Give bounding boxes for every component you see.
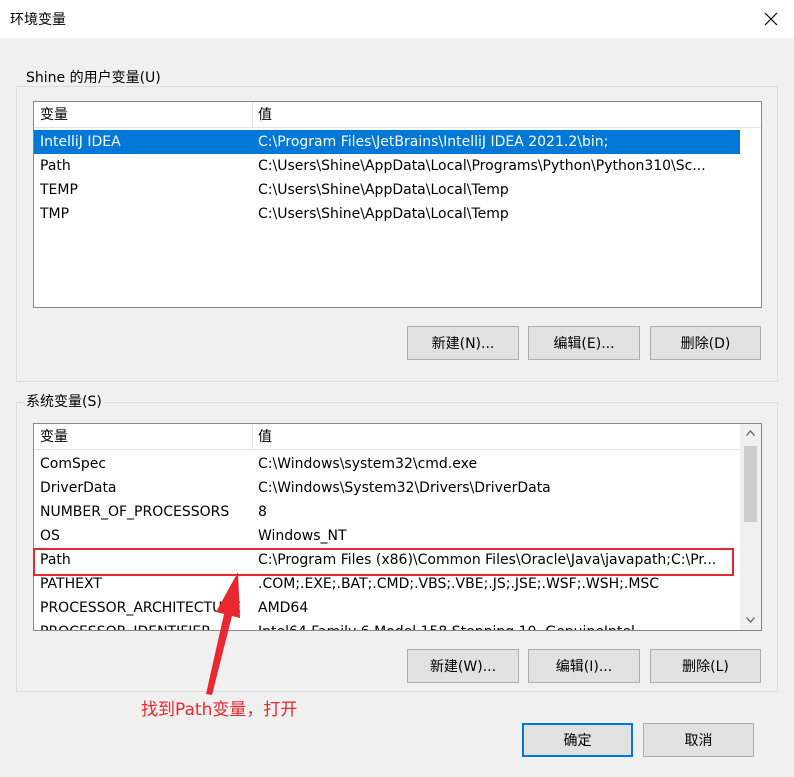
row-variable-name: ComSpec [40,456,107,472]
path-row-highlight [33,548,734,576]
cancel-button[interactable]: 取消 [643,723,754,757]
title-bar: 环境变量 [0,0,794,38]
window-title: 环境变量 [10,12,66,28]
annotation-arrow-icon [206,572,240,695]
row-variable-name: TMP [40,206,70,222]
system-var-row-identifier[interactable]: PROCESSOR_IDENTIFIER Intel64 Family 6 Mo… [34,620,740,630]
system-var-row-driverdata[interactable]: DriverData C:\Windows\System32\Drivers\D… [34,476,740,500]
system-variables-label: 系统变量(S) [24,394,104,410]
system-var-row-os[interactable]: OS Windows_NT [34,524,740,548]
user-delete-button[interactable]: 删除(D) [650,326,761,360]
row-variable-name: OS [40,528,60,544]
row-variable-value: C:\Users\Shine\AppData\Local\Temp [258,206,509,222]
chevron-down-icon [746,616,755,623]
annotation-caption: 找到Path变量，打开 [141,700,298,720]
user-edit-button[interactable]: 编辑(E)... [528,326,640,360]
close-button[interactable] [748,0,794,38]
scroll-up-button[interactable] [740,424,761,441]
system-variables-list[interactable]: 变量 值 ComSpec C:\Windows\system32\cmd.exe… [33,423,762,631]
row-variable-name: TEMP [40,182,78,198]
row-variable-value: C:\Users\Shine\AppData\Local\Temp [258,182,509,198]
column-header-value[interactable]: 值 [252,102,552,128]
row-variable-value: Windows_NT [258,528,347,544]
user-new-button[interactable]: 新建(N)... [407,326,519,360]
row-variable-name: Path [40,158,71,174]
row-variable-name: IntelliJ IDEA [40,134,121,150]
user-var-row-intellij[interactable]: IntelliJ IDEA C:\Program Files\JetBrains… [34,130,740,154]
system-new-button[interactable]: 新建(W)... [407,649,519,683]
scroll-down-button[interactable] [740,611,761,628]
row-variable-name: NUMBER_OF_PROCESSORS [40,504,230,520]
system-edit-button[interactable]: 编辑(I)... [528,649,640,683]
column-header-value[interactable]: 值 [252,424,552,450]
system-list-scrollbar[interactable] [740,424,761,630]
scroll-thumb[interactable] [744,446,757,522]
system-delete-button[interactable]: 删除(L) [650,649,761,683]
row-variable-value: C:\Windows\System32\Drivers\DriverData [258,480,551,496]
system-var-row-arch[interactable]: PROCESSOR_ARCHITECTURE AMD64 [34,596,740,620]
row-variable-value: 8 [258,504,267,520]
close-icon [764,12,778,26]
column-header-variable[interactable]: 变量 [34,102,252,128]
system-list-header: 变量 值 [34,424,761,450]
row-variable-value: C:\Program Files\JetBrains\IntelliJ IDEA… [258,134,609,150]
system-var-row-comspec[interactable]: ComSpec C:\Windows\system32\cmd.exe [34,452,740,476]
user-var-row-tmp[interactable]: TMP C:\Users\Shine\AppData\Local\Temp [34,202,740,226]
user-variables-label: Shine 的用户变量(U) [24,70,163,86]
row-variable-value: C:\Windows\system32\cmd.exe [258,456,478,472]
user-var-row-temp[interactable]: TEMP C:\Users\Shine\AppData\Local\Temp [34,178,740,202]
row-variable-value: AMD64 [258,600,309,616]
system-var-row-processors[interactable]: NUMBER_OF_PROCESSORS 8 [34,500,740,524]
row-variable-value: Intel64 Family 6 Model 158 Stepping 10, … [258,620,635,630]
row-variable-value: C:\Users\Shine\AppData\Local\Programs\Py… [258,158,706,174]
row-variable-name: DriverData [40,480,117,496]
chevron-up-icon [746,429,755,436]
user-list-header: 变量 值 [34,102,761,128]
user-variables-list[interactable]: 变量 值 IntelliJ IDEA C:\Program Files\JetB… [33,101,762,308]
user-var-row-path[interactable]: Path C:\Users\Shine\AppData\Local\Progra… [34,154,740,178]
ok-button[interactable]: 确定 [522,723,633,757]
column-header-variable[interactable]: 变量 [34,424,252,450]
